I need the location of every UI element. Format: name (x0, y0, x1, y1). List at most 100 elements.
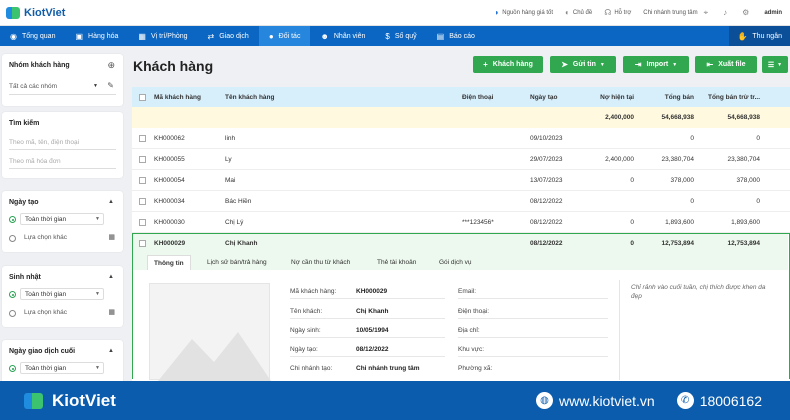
search-invoice-input[interactable]: Theo mã hóa đơn (9, 158, 61, 165)
user-menu[interactable]: admin (764, 10, 782, 16)
nav-cashbook[interactable]: $ Sổ quỹ (375, 26, 426, 46)
footer-phone[interactable]: 18006162 (700, 393, 762, 409)
all-time-select[interactable]: Toàn thời gian ▼ (20, 362, 104, 374)
customer-note: Chỉ rảnh vào cuối tuần, chị thích được k… (631, 284, 766, 300)
tab-receivables[interactable]: Nợ cần thu từ khách (285, 255, 356, 270)
caret-down-icon[interactable]: ▼ (93, 83, 98, 89)
add-circle-icon[interactable]: ⊕ (107, 60, 115, 71)
row-checkbox[interactable] (139, 240, 146, 247)
button-label: Import (646, 61, 669, 68)
col-name[interactable]: Tên khách hàng (225, 94, 274, 101)
col-total[interactable]: Tổng bán (644, 94, 694, 101)
source-link[interactable]: ◗ Nguồn hàng giá tốt (494, 8, 553, 17)
nav-transactions[interactable]: ⇄ Giao dịch (198, 26, 259, 46)
phone-icon: ✆ (676, 392, 694, 409)
group-select[interactable]: Tất cả các nhóm (9, 83, 57, 90)
cell-debt: 0 (630, 219, 634, 226)
selected-customer: KH000029 Chị Khanh 08/12/2022 0 12,753,8… (132, 233, 790, 381)
nav-staff[interactable]: ☻ Nhân viên (310, 26, 375, 46)
page-title: Khách hàng (133, 58, 214, 74)
nav-overview[interactable]: ◉ Tổng quan (0, 26, 65, 46)
column-toggle-button[interactable]: ☰ ▼ (762, 56, 788, 73)
col-created[interactable]: Ngày tạo (530, 94, 557, 101)
sum-total: 54,668,938 (661, 114, 694, 121)
row-checkbox[interactable] (139, 177, 146, 184)
cashier-button[interactable]: ✋ Thu ngân (729, 26, 790, 46)
value-code: KH000029 (356, 288, 388, 295)
import-icon: ⇥ (634, 60, 642, 69)
swap-icon: ⇄ (207, 31, 215, 41)
import-button[interactable]: ⇥ Import ▼ (623, 56, 689, 73)
selected-row[interactable]: KH000029 Chị Khanh 08/12/2022 0 12,753,8… (133, 234, 788, 253)
nav-label: Nhân viên (333, 32, 366, 40)
support-link[interactable]: ☊ Hỗ trợ (604, 8, 631, 17)
nav-reports[interactable]: ▤ Báo cáo (427, 26, 485, 46)
radio-all-time[interactable] (9, 291, 16, 298)
table-row[interactable]: KH000054 Mai 13/07/2023 0 378,000 378,00… (132, 170, 790, 191)
list-icon: ☰ (767, 61, 775, 69)
branch-selector[interactable]: Chi nhánh trung tâm ⌖ (643, 8, 711, 18)
radio-all-time[interactable] (9, 365, 16, 372)
radio-all-time[interactable] (9, 216, 16, 223)
gear-icon: ⚙ (742, 8, 750, 17)
divider (458, 318, 608, 319)
tab-account-card[interactable]: Thẻ tài khoản (371, 255, 422, 270)
table-row[interactable]: KH000055 Ly 29/07/2023 2,400,000 23,380,… (132, 149, 790, 170)
notification-button[interactable]: ♪ (723, 8, 730, 17)
chart-icon: ▤ (436, 31, 445, 41)
caret-icon: ▼ (95, 365, 100, 371)
search-code-input[interactable]: Theo mã, tên, điện thoại (9, 139, 79, 146)
radio-custom[interactable] (9, 310, 16, 317)
export-button[interactable]: ⇤ Xuất file (695, 56, 757, 73)
send-message-button[interactable]: ➤ Gửi tin ▼ (550, 56, 616, 73)
button-label: Xuất file (718, 61, 746, 68)
support-label: Hỗ trợ (614, 9, 632, 16)
footer-website[interactable]: www.kiotviet.vn (559, 393, 655, 409)
button-label: Gửi tin (572, 61, 596, 68)
cell-debt: 0 (630, 177, 634, 184)
nav-rooms[interactable]: ▦ Vị trí/Phòng (128, 26, 197, 46)
col-debt[interactable]: Nợ hiện tại (592, 94, 634, 101)
theme-link[interactable]: ◐ Chủ đề (565, 8, 592, 17)
table-row[interactable]: KH000034 Bác Hiền 08/12/2022 0 0 (132, 191, 790, 212)
cell-total: 0 (690, 198, 694, 205)
cell-date: 08/12/2022 (530, 219, 563, 226)
table-row[interactable]: KH000062 linh 09/10/2023 0 0 (132, 128, 790, 149)
nav-products[interactable]: ▣ Hàng hóa (65, 26, 128, 46)
chevron-up-icon[interactable]: ▲ (108, 348, 114, 354)
add-customer-button[interactable]: + Khách hàng (473, 56, 543, 73)
table-row[interactable]: KH000030 Chị Lý ***123456* 08/12/2022 0 … (132, 212, 790, 233)
tab-service-package[interactable]: Gói dịch vụ (433, 255, 478, 270)
calendar-icon[interactable]: ▦ (108, 308, 115, 316)
col-code[interactable]: Mã khách hàng (154, 94, 201, 101)
calendar-icon[interactable]: ▦ (108, 233, 115, 241)
select-all-checkbox[interactable] (139, 94, 146, 101)
panel-title: Ngày tạo (9, 199, 39, 206)
edit-icon[interactable]: ✎ (107, 81, 114, 90)
row-checkbox[interactable] (139, 198, 146, 205)
label-email: Email: (458, 288, 477, 295)
customer-group-panel: Nhóm khách hàng ⊕ Tất cả các nhóm ▼ ✎ (2, 54, 123, 106)
cell-debt: 2,400,000 (605, 156, 634, 163)
chevron-up-icon[interactable]: ▲ (108, 274, 114, 280)
avatar-placeholder[interactable] (149, 283, 271, 381)
value-branch: Chi nhánh trung tâm (356, 365, 420, 372)
settings-button[interactable]: ⚙ (742, 8, 752, 17)
col-phone[interactable]: Điện thoại (462, 94, 493, 101)
tab-info[interactable]: Thông tin (147, 255, 191, 270)
divider (458, 337, 608, 338)
row-checkbox[interactable] (139, 219, 146, 226)
label-ward: Phường xã: (458, 365, 493, 372)
row-checkbox[interactable] (139, 135, 146, 142)
tab-sales-history[interactable]: Lịch sử bán/trả hàng (201, 255, 273, 270)
col-net[interactable]: Tổng bán trừ tr... (702, 94, 760, 101)
app-logo[interactable]: KiotViet (6, 0, 65, 26)
label-created: Ngày tạo: (290, 346, 318, 353)
all-time-select[interactable]: Toàn thời gian ▼ (20, 213, 104, 225)
nav-partners[interactable]: ● Đối tác (258, 26, 311, 46)
plus-icon: + (483, 60, 488, 69)
radio-custom[interactable] (9, 235, 16, 242)
all-time-select[interactable]: Toàn thời gian ▼ (20, 288, 104, 300)
row-checkbox[interactable] (139, 156, 146, 163)
chevron-up-icon[interactable]: ▲ (108, 199, 114, 205)
